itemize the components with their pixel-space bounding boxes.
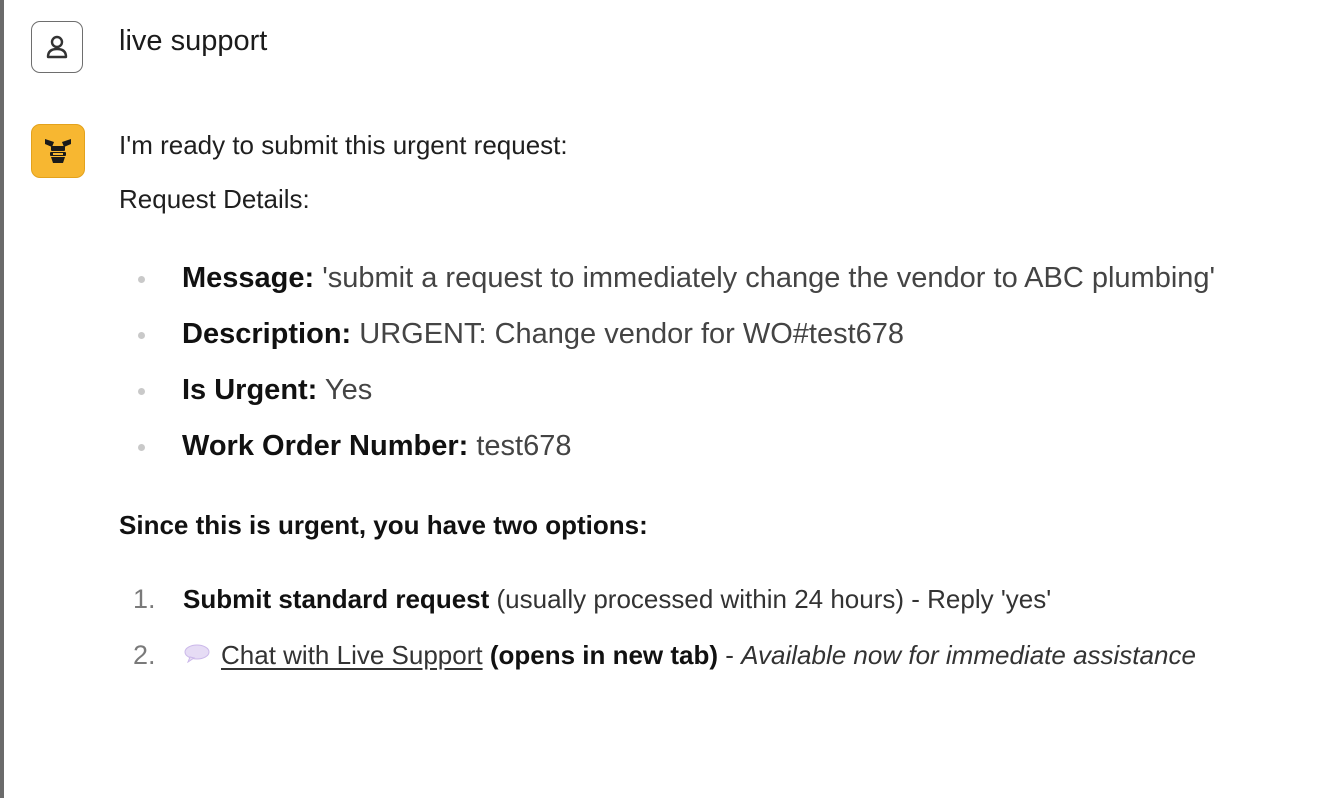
- option-title: Submit standard request: [183, 584, 490, 614]
- live-support-link-label[interactable]: Chat with Live Support: [221, 640, 483, 670]
- request-details-list: Message: 'submit a request to immediatel…: [119, 255, 1299, 470]
- request-details-label: Request Details:: [119, 184, 310, 214]
- detail-value: URGENT: Change vendor for WO#test678: [359, 318, 905, 350]
- chat-page: live support I'm ready to submit this ur…: [0, 0, 1336, 798]
- opens-new-tab-note: (opens in new tab): [482, 640, 719, 670]
- detail-description: Description: URGENT: Change vendor for W…: [119, 311, 1299, 358]
- bee-logo-icon: [45, 139, 71, 163]
- detail-key: Description:: [182, 318, 352, 350]
- option-description: (usually processed within 24 hours) - Re…: [489, 584, 1052, 614]
- assistant-intro: I'm ready to submit this urgent request:: [119, 130, 568, 160]
- detail-is-urgent: Is Urgent: Yes: [119, 367, 1299, 414]
- option-separator: -: [718, 640, 742, 670]
- options-list: 1. Submit standard request (usually proc…: [119, 575, 1299, 681]
- detail-value: Yes: [324, 374, 373, 406]
- availability-note: Available now for immediate assistance: [741, 640, 1196, 670]
- user-icon: [46, 35, 68, 59]
- detail-value: 'submit a request to immediately change …: [322, 262, 1216, 294]
- assistant-message: I'm ready to submit this urgent request:…: [119, 125, 1299, 689]
- detail-message: Message: 'submit a request to immediatel…: [119, 255, 1299, 302]
- assistant-avatar: [31, 124, 85, 178]
- option-number: 2.: [133, 640, 156, 670]
- detail-value: test678: [476, 430, 572, 462]
- user-message-text: live support: [119, 25, 268, 57]
- detail-work-order-number: Work Order Number: test678: [119, 423, 1299, 470]
- user-avatar: [31, 21, 83, 73]
- option-live-support: 2. Chat with Live Support (opens in new …: [119, 631, 1299, 681]
- detail-key: Message:: [182, 262, 315, 294]
- speech-bubble-icon: [183, 630, 211, 678]
- detail-key: Is Urgent:: [182, 374, 318, 406]
- left-border: [0, 0, 4, 798]
- options-heading: Since this is urgent, you have two optio…: [119, 510, 648, 540]
- option-number: 1.: [133, 584, 156, 614]
- live-support-link[interactable]: Chat with Live Support: [183, 640, 483, 670]
- option-standard-request: 1. Submit standard request (usually proc…: [119, 575, 1299, 623]
- detail-key: Work Order Number:: [182, 430, 469, 462]
